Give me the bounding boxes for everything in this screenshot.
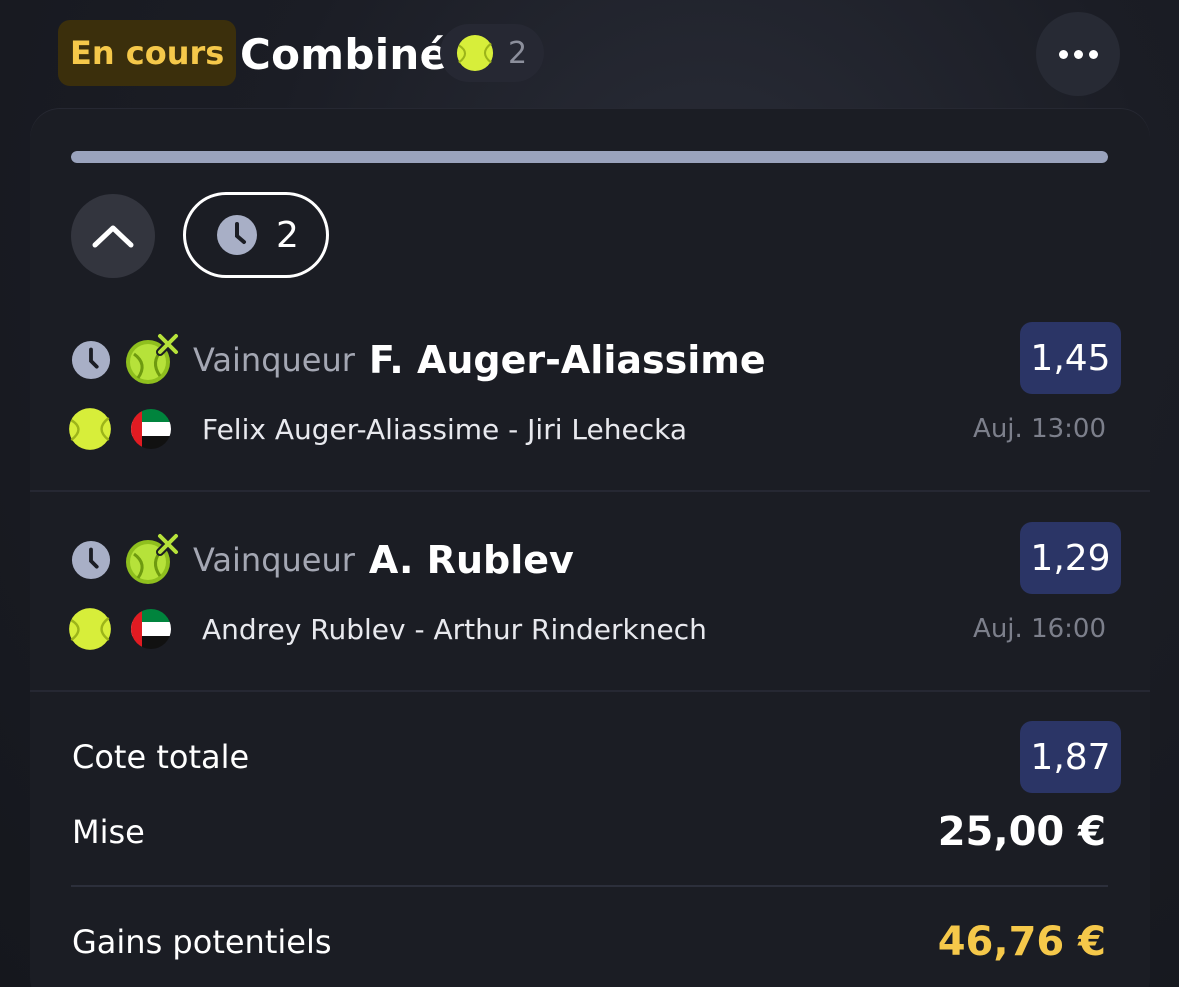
potential-win-value: 46,76 € <box>937 919 1106 965</box>
clock-icon <box>217 215 257 255</box>
sport-count-pill: 2 <box>440 24 544 82</box>
match-name: Felix Auger-Aliassime - Jiri Lehecka <box>202 412 687 446</box>
bet-card: 2 Vainqueur F. Auger-Aliassime 1,45 Feli… <box>30 108 1150 987</box>
selection-title: Vainqueur F. Auger-Aliassime <box>193 335 766 385</box>
chevron-up-icon <box>92 225 134 248</box>
pending-count: 2 <box>276 214 299 256</box>
tennis-ball-icon <box>69 608 111 650</box>
selection-count: 2 <box>508 35 528 71</box>
divider <box>71 885 1108 887</box>
stake-label: Mise <box>72 813 145 851</box>
uae-flag-icon <box>131 409 171 449</box>
more-dot <box>1088 49 1098 59</box>
boost-icon <box>126 532 180 584</box>
bet-screen: En cours Combiné 2 2 Vainqueur F. Auger-… <box>0 0 1179 987</box>
more-options-button[interactable] <box>1036 12 1120 96</box>
progress-bar <box>71 151 1108 163</box>
clock-icon <box>71 540 111 580</box>
tennis-ball-icon <box>456 34 494 72</box>
stake-value: 25,00 € <box>937 809 1106 855</box>
divider <box>30 490 1150 492</box>
market-name: Vainqueur <box>193 541 355 579</box>
selection-pick: F. Auger-Aliassime <box>368 338 766 382</box>
bet-title: Combiné <box>240 29 449 79</box>
tennis-ball-icon <box>69 408 111 450</box>
match-time: Auj. 13:00 <box>973 414 1106 444</box>
status-badge: En cours <box>58 20 237 86</box>
more-dot <box>1073 49 1083 59</box>
pending-selections-pill[interactable]: 2 <box>183 192 329 278</box>
collapse-button[interactable] <box>71 194 155 278</box>
clock-icon <box>71 340 111 380</box>
more-horizontal-icon <box>1058 49 1068 59</box>
market-name: Vainqueur <box>193 341 355 379</box>
progress-fill <box>71 151 1108 163</box>
selection-odds: 1,29 <box>1020 522 1121 594</box>
boost-icon <box>126 332 180 384</box>
potential-win-label: Gains potentiels <box>72 923 332 961</box>
match-time: Auj. 16:00 <box>973 614 1106 644</box>
divider <box>30 690 1150 692</box>
match-name: Andrey Rublev - Arthur Rinderknech <box>202 612 707 646</box>
uae-flag-icon <box>131 609 171 649</box>
selection-odds: 1,45 <box>1020 322 1121 394</box>
total-odds-value: 1,87 <box>1020 721 1121 793</box>
total-odds-label: Cote totale <box>72 738 250 776</box>
selection-pick: A. Rublev <box>368 538 574 582</box>
selection-title: Vainqueur A. Rublev <box>193 535 574 585</box>
